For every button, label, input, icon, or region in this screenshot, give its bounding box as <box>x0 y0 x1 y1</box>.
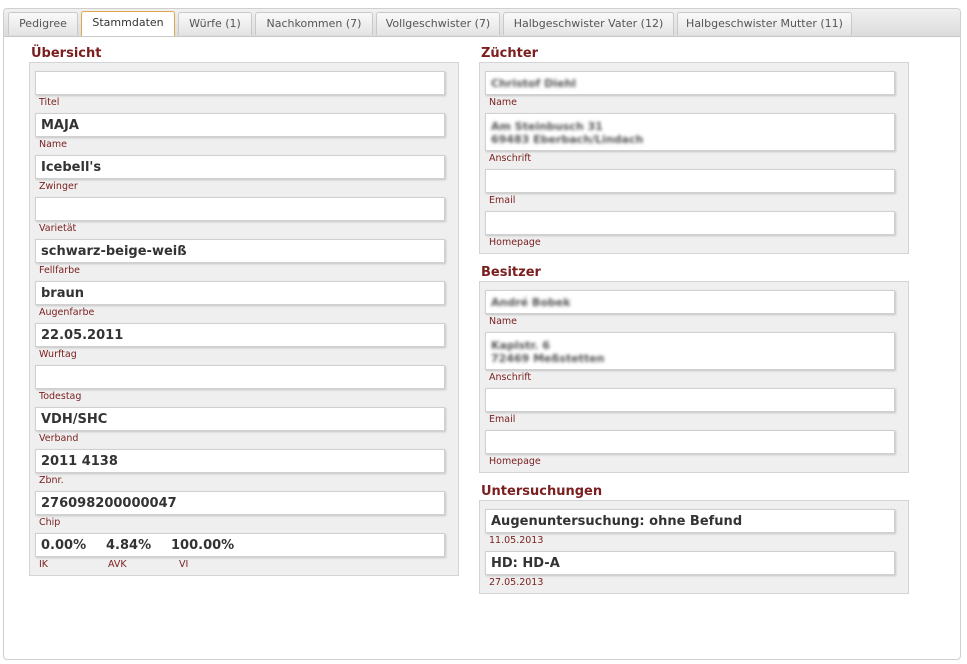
todestag-label: Todestag <box>39 391 82 402</box>
tab-wuerfe[interactable]: Würfe (1) <box>178 12 252 35</box>
zuechter-address-label: Anschrift <box>489 153 532 164</box>
tab-halbgeschwister-mutter[interactable]: Halbgeschwister Mutter (11) <box>677 12 852 35</box>
zuechter-address-line1: Am Steinbusch 31 <box>491 120 603 133</box>
zwinger-field[interactable]: Icebell's <box>35 155 445 179</box>
zbnr-field[interactable]: 2011 4138 <box>35 449 445 473</box>
besitzer-name-label: Name <box>489 316 518 327</box>
stats-field: 0.00% 4.84% 100.00% <box>35 533 445 557</box>
augenfarbe-label: Augenfarbe <box>39 307 95 318</box>
besitzer-title: Besitzer <box>481 265 541 280</box>
uebersicht-title: Übersicht <box>31 46 102 61</box>
untersuchung-item[interactable]: HD: HD-A <box>485 551 895 575</box>
zuechter-name-label: Name <box>489 97 518 108</box>
zuechter-title: Züchter <box>481 46 539 61</box>
besitzer-name-field[interactable]: André Bobek <box>485 290 895 314</box>
besitzer-address-line1: Kaplstr. 6 <box>491 339 550 352</box>
besitzer-address-line2: 72469 Meßstetten <box>491 352 605 365</box>
tab-halbgeschwister-vater[interactable]: Halbgeschwister Vater (12) <box>503 12 674 35</box>
verband-label: Verband <box>39 433 79 444</box>
tab-pedigree[interactable]: Pedigree <box>8 12 78 35</box>
zuechter-name-field[interactable]: Christof Diehl <box>485 71 895 95</box>
zuechter-address-field[interactable]: Am Steinbusch 31 69483 Eberbach/Lindach <box>485 113 895 151</box>
ik-label: IK <box>39 559 49 570</box>
untersuchungen-title: Untersuchungen <box>481 484 603 499</box>
besitzer-email-field[interactable] <box>485 388 895 412</box>
fellfarbe-label: Fellfarbe <box>39 265 81 276</box>
varietaet-label: Varietät <box>39 223 77 234</box>
todestag-field[interactable] <box>35 365 445 389</box>
besitzer-address-label: Anschrift <box>489 372 532 383</box>
tab-vollgeschwister[interactable]: Vollgeschwister (7) <box>376 12 500 35</box>
besitzer-address-field[interactable]: Kaplstr. 6 72469 Meßstetten <box>485 332 895 370</box>
besitzer-homepage-label: Homepage <box>489 456 541 467</box>
untersuchung-item[interactable]: Augenuntersuchung: ohne Befund <box>485 509 895 533</box>
besitzer-homepage-field[interactable] <box>485 430 895 454</box>
zwinger-label: Zwinger <box>39 181 78 192</box>
fellfarbe-field[interactable]: schwarz-beige-weiß <box>35 239 445 263</box>
vi-value: 100.00% <box>171 538 235 553</box>
zuechter-name-value: Christof Diehl <box>491 77 577 90</box>
untersuchung-date: 11.05.2013 <box>489 535 544 546</box>
besitzer-email-label: Email <box>489 414 516 425</box>
tab-nachkommen[interactable]: Nachkommen (7) <box>255 12 373 35</box>
augenfarbe-field[interactable]: braun <box>35 281 445 305</box>
zuechter-homepage-label: Homepage <box>489 237 541 248</box>
wurftag-label: Wurftag <box>39 349 77 360</box>
zuechter-address-line2: 69483 Eberbach/Lindach <box>491 133 644 146</box>
titel-label: Titel <box>39 97 60 108</box>
chip-label: Chip <box>39 517 61 528</box>
besitzer-name-value: André Bobek <box>491 296 571 309</box>
untersuchung-date: 27.05.2013 <box>489 577 544 588</box>
vi-label: VI <box>179 559 189 570</box>
verband-field[interactable]: VDH/SHC <box>35 407 445 431</box>
zuechter-email-field[interactable] <box>485 169 895 193</box>
name-label: Name <box>39 139 68 150</box>
ik-value: 0.00% <box>41 538 87 553</box>
varietaet-field[interactable] <box>35 197 445 221</box>
wurftag-field[interactable]: 22.05.2011 <box>35 323 445 347</box>
avk-value: 4.84% <box>106 538 152 553</box>
tab-stammdaten[interactable]: Stammdaten <box>81 11 175 36</box>
chip-field[interactable]: 276098200000047 <box>35 491 445 515</box>
zbnr-label: Zbnr. <box>39 475 64 486</box>
titel-field[interactable] <box>35 71 445 95</box>
avk-label: AVK <box>108 559 127 570</box>
name-field[interactable]: MAJA <box>35 113 445 137</box>
zuechter-email-label: Email <box>489 195 516 206</box>
zuechter-homepage-field[interactable] <box>485 211 895 235</box>
